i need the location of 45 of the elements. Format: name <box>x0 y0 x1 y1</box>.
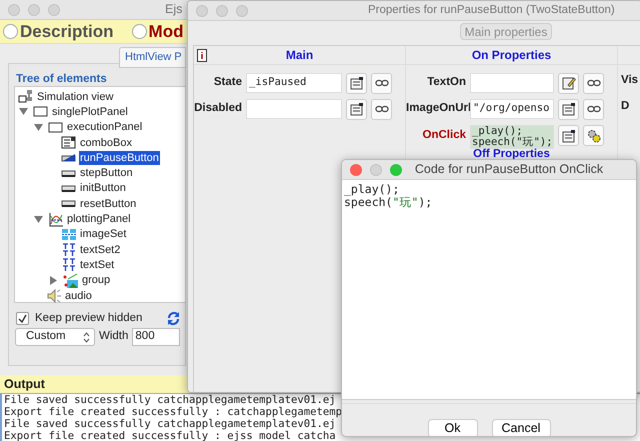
window-title: Ejs <box>165 1 182 18</box>
window-title: Properties for runPauseButton (TwoStateButton) <box>368 2 615 18</box>
output-line: File saved successfully catchapplegametemplatev01.ej <box>4 418 336 430</box>
tree-item[interactable]: initButton <box>79 181 127 196</box>
field-label: TextOn <box>426 75 466 90</box>
checkbox-label: Keep preview hidden <box>35 311 142 326</box>
tree-item[interactable]: stepButton <box>79 166 134 180</box>
section-title: Off Properties <box>472 148 551 160</box>
view-tab[interactable]: HtmlView P <box>119 47 186 68</box>
column-title: On Properties <box>472 47 552 64</box>
tree-item[interactable]: singlePlotPanel <box>51 104 129 119</box>
ok-button[interactable]: Ok <box>428 419 478 436</box>
field-label: State <box>212 75 242 90</box>
tree-item[interactable]: textSet <box>79 258 116 272</box>
tree-item[interactable]: audio <box>64 288 93 302</box>
field-label: Vis <box>620 73 638 88</box>
tree-item[interactable]: comboBox <box>79 136 133 150</box>
output-line: Export file created successfully : catchapplegametemp <box>4 406 342 418</box>
code-line: speech("玩"); <box>344 196 434 209</box>
window-title: Code for runPauseButton OnClick <box>414 161 604 178</box>
field-label: OnClick <box>422 128 466 143</box>
code-line: _play(); <box>344 183 400 196</box>
size-select[interactable]: Custom <box>15 328 95 346</box>
radio-tab[interactable]: Mod <box>132 18 184 44</box>
code-field[interactable]: _play(); speech("玩"); <box>470 124 554 148</box>
tree-item[interactable]: executionPanel <box>66 120 144 134</box>
cancel-button[interactable]: Cancel <box>492 419 550 436</box>
tree-item[interactable]: imageSet <box>79 227 128 242</box>
tree-item[interactable]: resetButton <box>79 196 138 211</box>
width-label: Width <box>99 329 128 344</box>
tree-item[interactable]: runPauseButton <box>79 150 160 165</box>
field-label: D <box>620 99 630 114</box>
field-label: Disabled <box>194 101 242 116</box>
width-field[interactable]: 800 <box>132 328 180 346</box>
tree-item[interactable]: Simulation view <box>36 90 114 104</box>
tree-item[interactable]: textSet2 <box>79 242 122 257</box>
radio-tab[interactable]: Description <box>3 18 114 44</box>
column-title: Main <box>286 47 314 64</box>
tree-item[interactable]: plottingPanel <box>66 212 132 226</box>
text-field[interactable]: "/org/openso <box>470 99 554 119</box>
output-line: File saved successfully catchapplegametemplatev01.ej <box>4 394 336 406</box>
text-field[interactable]: _isPaused <box>246 73 342 93</box>
tree-title: Tree of elements <box>16 72 107 87</box>
tree-item[interactable]: group <box>81 273 112 288</box>
code-editor[interactable]: _play(); speech("玩"); <box>342 180 636 400</box>
